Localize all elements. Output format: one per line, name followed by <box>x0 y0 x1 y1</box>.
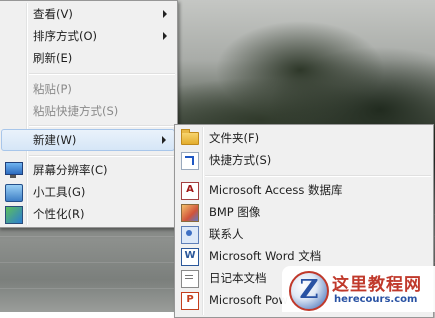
submenu-arrow-icon <box>162 136 166 144</box>
menu-item-label: 刷新(E) <box>33 51 73 65</box>
menu-item-label: 个性化(R) <box>33 207 85 221</box>
menu-item-label: 排序方式(O) <box>33 29 98 43</box>
contact-icon <box>181 226 199 244</box>
submenu-arrow-icon <box>163 10 167 18</box>
watermark-logo-letter: Z <box>299 275 319 305</box>
menu-item-label: 小工具(G) <box>33 185 86 199</box>
new-access-database-item[interactable]: A Microsoft Access 数据库 <box>177 179 431 201</box>
new-word-document-item[interactable]: W Microsoft Word 文档 <box>177 245 431 267</box>
menu-item-label: BMP 图像 <box>209 205 261 219</box>
menu-separator <box>205 175 431 177</box>
menu-item-paste-shortcut[interactable]: 粘贴快捷方式(S) <box>1 100 175 122</box>
personalize-icon <box>5 206 23 224</box>
word-icon: W <box>181 248 199 266</box>
menu-separator <box>29 73 175 75</box>
menu-item-label: 新建(W) <box>33 133 77 147</box>
menu-item-sort-by[interactable]: 排序方式(O) <box>1 25 175 47</box>
new-folder-item[interactable]: 文件夹(F) <box>177 127 431 149</box>
menu-item-label: Microsoft Word 文档 <box>209 249 322 263</box>
screen-resolution-icon <box>5 162 23 178</box>
gadgets-icon <box>5 184 23 202</box>
access-icon: A <box>181 182 199 200</box>
menu-item-label: 粘贴快捷方式(S) <box>33 104 119 118</box>
menu-item-label: 查看(V) <box>33 7 73 21</box>
site-watermark: Z 这里教程网 herecours.com <box>282 266 435 312</box>
menu-item-label: Microsoft Access 数据库 <box>209 183 343 197</box>
watermark-logo-icon: Z <box>289 271 329 311</box>
bmp-image-icon <box>181 204 199 222</box>
menu-item-screen-resolution[interactable]: 屏幕分辨率(C) <box>1 159 175 181</box>
menu-item-label: 屏幕分辨率(C) <box>33 163 108 177</box>
shortcut-icon <box>181 152 199 170</box>
menu-item-label: 粘贴(P) <box>33 82 72 96</box>
menu-item-paste[interactable]: 粘贴(P) <box>1 78 175 100</box>
submenu-arrow-icon <box>163 32 167 40</box>
menu-item-refresh[interactable]: 刷新(E) <box>1 47 175 69</box>
desktop-context-menu: 查看(V) 排序方式(O) 刷新(E) 粘贴(P) 粘贴快捷方式(S) 新建(W… <box>0 0 178 228</box>
menu-item-label: 文件夹(F) <box>209 131 260 145</box>
new-contact-item[interactable]: 联系人 <box>177 223 431 245</box>
menu-separator <box>29 155 175 157</box>
menu-item-personalize[interactable]: 个性化(R) <box>1 203 175 225</box>
new-shortcut-item[interactable]: 快捷方式(S) <box>177 149 431 171</box>
menu-item-view[interactable]: 查看(V) <box>1 3 175 25</box>
menu-item-label: 快捷方式(S) <box>209 153 272 167</box>
watermark-title: 这里教程网 <box>332 275 422 295</box>
watermark-url: herecours.com <box>334 294 418 305</box>
powerpoint-icon: P <box>181 292 199 310</box>
menu-separator <box>29 125 175 127</box>
menu-item-gadgets[interactable]: 小工具(G) <box>1 181 175 203</box>
menu-item-label: Microsoft Pow <box>209 293 288 307</box>
menu-item-new[interactable]: 新建(W) <box>1 129 175 151</box>
folder-icon <box>181 129 199 145</box>
journal-icon <box>181 270 199 288</box>
menu-item-label: 日记本文档 <box>209 271 267 285</box>
menu-item-label: 联系人 <box>209 227 244 241</box>
new-bmp-image-item[interactable]: BMP 图像 <box>177 201 431 223</box>
